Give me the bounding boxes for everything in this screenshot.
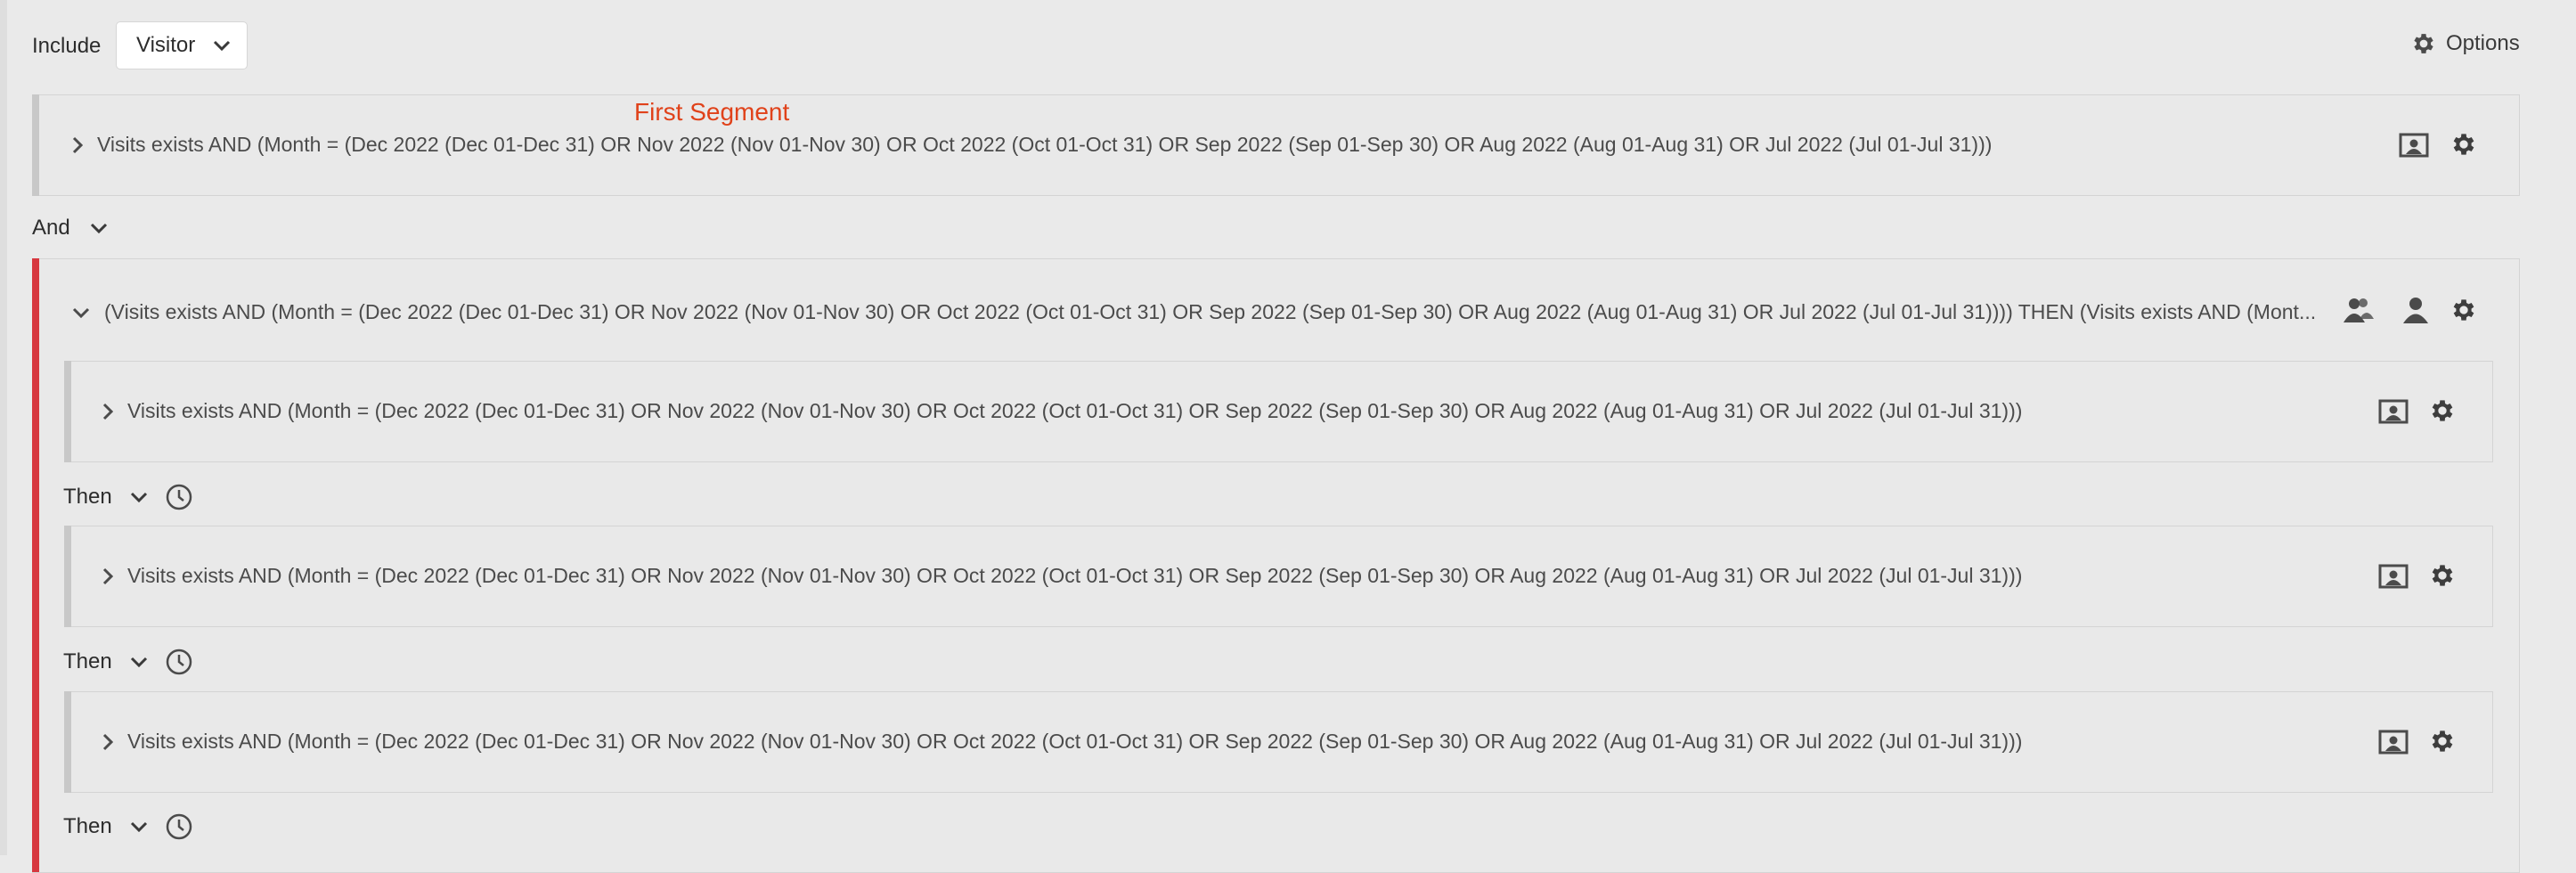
chevron-down-icon[interactable] — [130, 492, 148, 502]
chevron-right-icon[interactable] — [102, 567, 113, 585]
first-segment-text: Visits exists AND (Month = (Dec 2022 (De… — [97, 133, 1993, 156]
gear-icon[interactable] — [2428, 396, 2457, 425]
clock-icon[interactable] — [166, 813, 192, 840]
visitor-container-icon[interactable] — [2399, 133, 2429, 159]
chevron-down-icon[interactable] — [130, 821, 148, 832]
gear-icon[interactable] — [2428, 561, 2457, 590]
visitor-container-icon[interactable] — [2378, 564, 2409, 591]
then-label: Then — [63, 485, 112, 509]
gear-icon[interactable] — [2450, 296, 2478, 324]
options-button[interactable]: Options — [2410, 30, 2520, 57]
step-text: Visits exists AND (Month = (Dec 2022 (De… — [127, 564, 2023, 587]
and-label: And — [32, 216, 70, 240]
person-icon[interactable] — [2402, 296, 2429, 324]
then-operator[interactable]: Then — [63, 813, 192, 840]
chevron-down-icon[interactable] — [130, 657, 148, 667]
then-operator[interactable]: Then — [63, 484, 192, 510]
card-gutter — [64, 691, 71, 793]
and-operator-dropdown[interactable]: And — [32, 217, 108, 239]
sequential-step-card[interactable]: Visits exists AND (Month = (Dec 2022 (De… — [64, 361, 2493, 462]
then-label: Then — [63, 649, 112, 673]
chevron-down-icon — [213, 40, 231, 51]
chevron-right-icon[interactable] — [102, 733, 113, 751]
step-text: Visits exists AND (Month = (Dec 2022 (De… — [127, 399, 2023, 422]
chevron-right-icon[interactable] — [102, 403, 113, 420]
sequential-step-card[interactable]: Visits exists AND (Month = (Dec 2022 (De… — [64, 526, 2493, 627]
left-rule — [0, 0, 7, 855]
gear-icon — [2410, 30, 2437, 57]
sequential-segment-container[interactable]: (Visits exists AND (Month = (Dec 2022 (D… — [32, 258, 2520, 873]
card-gutter — [32, 94, 39, 196]
visitor-container-icon[interactable] — [2378, 399, 2409, 426]
first-segment-annotation: First Segment — [634, 98, 790, 126]
visitor-dropdown-value: Visitor — [136, 33, 196, 57]
then-label: Then — [63, 814, 112, 838]
options-label: Options — [2446, 31, 2520, 55]
sequential-step-card[interactable]: Visits exists AND (Month = (Dec 2022 (De… — [64, 691, 2493, 793]
then-operator[interactable]: Then — [63, 649, 192, 675]
include-label: Include — [32, 34, 102, 58]
chevron-down-icon — [90, 223, 108, 233]
chevron-right-icon[interactable] — [72, 136, 83, 154]
step-text: Visits exists AND (Month = (Dec 2022 (De… — [127, 730, 2023, 753]
clock-icon[interactable] — [166, 484, 192, 510]
visitor-dropdown[interactable]: Visitor — [116, 21, 248, 69]
first-segment-card[interactable]: Visits exists AND (Month = (Dec 2022 (De… — [32, 94, 2520, 196]
sequential-container-bar — [32, 258, 39, 872]
card-gutter — [64, 526, 71, 627]
chevron-down-icon[interactable] — [72, 307, 90, 318]
gear-icon[interactable] — [2450, 130, 2478, 159]
visitor-container-icon[interactable] — [2378, 730, 2409, 756]
people-icon[interactable] — [2342, 296, 2376, 324]
sequential-summary-text: (Visits exists AND (Month = (Dec 2022 (D… — [104, 300, 2317, 323]
card-gutter — [64, 361, 71, 462]
clock-icon[interactable] — [166, 649, 192, 675]
gear-icon[interactable] — [2428, 727, 2457, 755]
